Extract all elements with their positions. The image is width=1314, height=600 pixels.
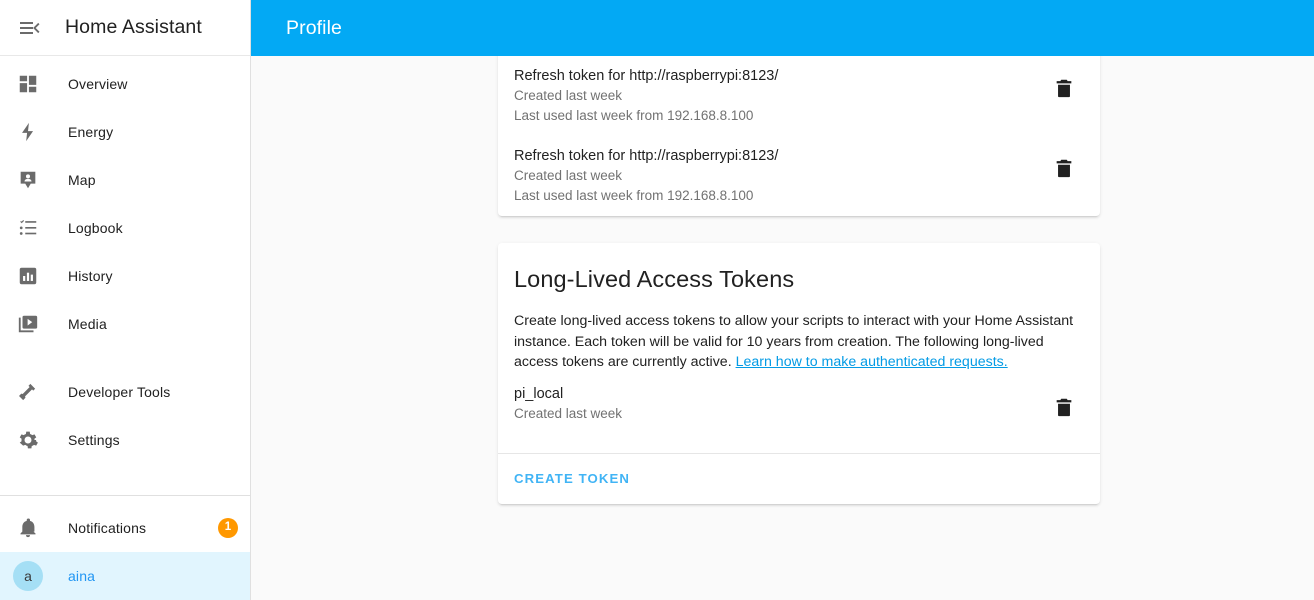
sidebar-item-settings[interactable]: Settings [0,416,250,464]
chart-box-icon [16,264,40,288]
token-last-used: Last used last week from 192.168.8.100 [514,108,754,123]
token-name: pi_local [514,385,564,402]
notifications-badge: 1 [218,518,238,538]
card-description: Create long-lived access tokens to allow… [498,293,1100,377]
sidebar-item-label: Media [68,316,107,332]
sidebar-item-media[interactable]: Media [0,300,250,348]
create-token-button[interactable]: Create Token [514,471,630,486]
card-column: Refresh token for http://raspberrypi:812… [498,56,1100,504]
top-toolbar: Profile [251,0,1314,56]
token-texts: Refresh token for http://raspberrypi:812… [514,66,1036,126]
sidebar-item-overview[interactable]: Overview [0,60,250,108]
sidebar-item-label: aina [68,568,96,584]
sidebar-item-history[interactable]: History [0,252,250,300]
sidebar-bottom: Notifications 1 a aina [0,483,250,600]
trash-icon[interactable] [1044,68,1084,108]
nav-gap [0,348,250,368]
token-last-used: Last used last week from 192.168.8.100 [514,188,754,203]
app-root: Home Assistant Overview Energy Map Logbo… [0,0,1314,600]
cog-icon [16,428,40,452]
token-title: Refresh token for http://raspberrypi:812… [514,68,779,84]
table-row: Refresh token for http://raspberrypi:812… [498,56,1100,136]
sidebar: Home Assistant Overview Energy Map Logbo… [0,0,251,600]
card-actions: Create Token [498,452,1100,504]
bell-icon [16,516,40,540]
list-item: pi_local Created last week [498,377,1100,453]
sidebar-item-label: Energy [68,124,114,140]
sidebar-item-label: History [68,268,113,284]
main-area: Profile Refresh token for http://raspber… [251,0,1314,600]
sidebar-item-label: Map [68,172,96,188]
page-title: Profile [286,16,342,39]
token-created: Created last week [514,168,623,183]
sidebar-item-notifications[interactable]: Notifications 1 [0,504,250,552]
sidebar-item-label: Overview [68,76,128,92]
long-lived-tokens-card: Long-Lived Access Tokens Create long-liv… [498,243,1100,504]
token-title: Refresh token for http://raspberrypi:812… [514,148,779,164]
token-created: Created last week [514,88,623,103]
sidebar-header: Home Assistant [0,0,250,56]
trash-icon[interactable] [1044,387,1084,427]
table-row: Refresh token for http://raspberrypi:812… [498,136,1100,216]
token-texts: pi_local Created last week [514,385,1036,424]
trash-icon[interactable] [1044,148,1084,188]
sidebar-item-energy[interactable]: Energy [0,108,250,156]
sidebar-item-user-aina[interactable]: a aina [0,552,250,600]
token-created: Created last week [514,405,623,421]
map-marker-account-icon [16,168,40,192]
content-scroll-area[interactable]: Refresh token for http://raspberrypi:812… [251,56,1314,600]
token-texts: Refresh token for http://raspberrypi:812… [514,146,1036,206]
sidebar-item-label: Notifications [68,520,147,536]
sidebar-title: Home Assistant [65,16,202,38]
sidebar-item-label: Developer Tools [68,384,171,400]
sidebar-nav: Overview Energy Map Logbook History Medi… [0,56,250,464]
avatar: a [13,561,43,591]
play-box-multiple-icon [16,312,40,336]
authenticated-requests-link[interactable]: Learn how to make authenticated requests… [736,354,1008,370]
sidebar-item-developer-tools[interactable]: Developer Tools [0,368,250,416]
refresh-tokens-card: Refresh token for http://raspberrypi:812… [498,56,1100,216]
sidebar-item-label: Logbook [68,220,123,236]
format-list-bulleted-icon [16,216,40,240]
hammer-icon [16,380,40,404]
lightning-bolt-icon [16,120,40,144]
sidebar-item-logbook[interactable]: Logbook [0,204,250,252]
sidebar-item-map[interactable]: Map [0,156,250,204]
card-heading: Long-Lived Access Tokens [514,266,795,292]
menu-collapse-icon[interactable] [9,8,49,48]
sidebar-item-label: Settings [68,432,120,448]
view-dashboard-icon [16,72,40,96]
card-header: Long-Lived Access Tokens [498,243,1100,293]
sidebar-divider [0,495,250,496]
